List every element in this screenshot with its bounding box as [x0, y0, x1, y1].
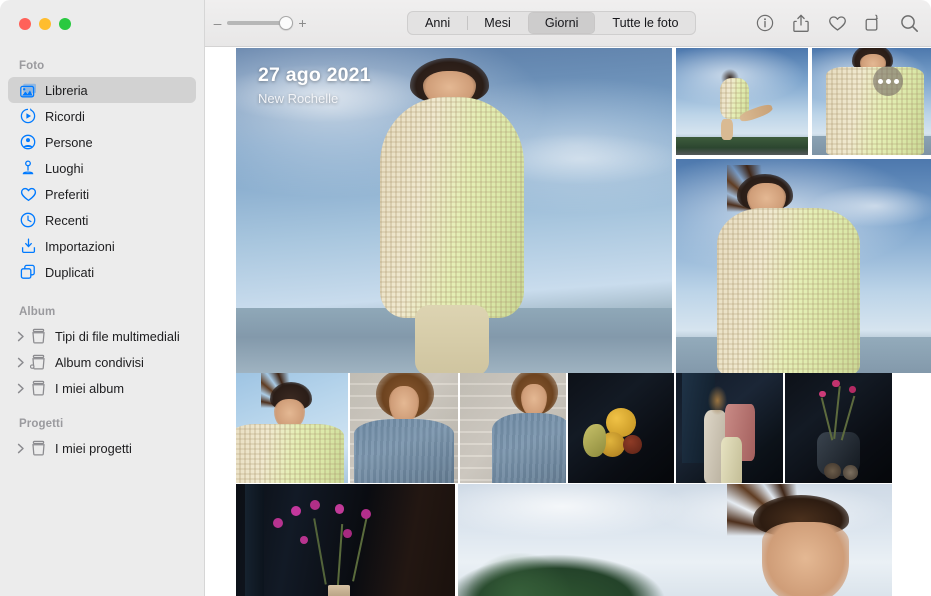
- album-icon: [29, 327, 47, 345]
- sidebar-item-luoghi[interactable]: Luoghi: [8, 155, 196, 181]
- album-icon: [29, 379, 47, 397]
- photo-grid-still-life-vases[interactable]: [676, 373, 783, 483]
- sidebar-item-label: Persone: [45, 135, 93, 150]
- places-pin-icon: [19, 159, 37, 177]
- photo-grid-curly-portrait-1[interactable]: [350, 373, 458, 483]
- sidebar-list-progetti: I miei progetti: [0, 435, 204, 461]
- sidebar-item-label: I miei album: [55, 381, 124, 396]
- tab-giorni[interactable]: Giorni: [528, 12, 596, 34]
- sidebar-list-foto: Libreria Ricordi: [0, 77, 204, 285]
- people-icon: [19, 133, 37, 151]
- chevron-right-icon[interactable]: [14, 442, 27, 455]
- more-dot: [894, 79, 899, 84]
- tab-label: Giorni: [545, 16, 579, 30]
- sidebar: Foto Libreria: [0, 0, 205, 596]
- more-options-button[interactable]: [873, 66, 903, 96]
- album-icon: [29, 439, 47, 457]
- close-button[interactable]: [19, 18, 31, 30]
- sidebar-item-album-condivisi[interactable]: Album condivisi: [8, 349, 196, 375]
- sidebar-item-duplicati[interactable]: Duplicati: [8, 259, 196, 285]
- sidebar-item-persone[interactable]: Persone: [8, 129, 196, 155]
- minimize-button[interactable]: [39, 18, 51, 30]
- zoom-slider[interactable]: – +: [211, 13, 309, 33]
- clock-icon: [19, 211, 37, 229]
- sidebar-item-label: Libreria: [45, 83, 88, 98]
- sidebar-section-header-album: Album: [0, 306, 204, 318]
- tab-tutte-le-foto[interactable]: Tutte le foto: [595, 12, 695, 34]
- sidebar-list-album: Tipi di file multimediali: [0, 323, 204, 401]
- photo-grid-still-life-flowers[interactable]: [785, 373, 892, 483]
- info-icon[interactable]: [754, 12, 776, 34]
- zoom-slider-thumb[interactable]: [279, 16, 293, 30]
- photo-thumb-portrait-smiling[interactable]: [676, 159, 931, 373]
- photo-grid-spiky-hair-blue[interactable]: [236, 373, 348, 483]
- sidebar-section-header-foto: Foto: [0, 60, 204, 72]
- search-icon[interactable]: [898, 12, 920, 34]
- duplicates-icon: [19, 263, 37, 281]
- more-dot: [878, 79, 883, 84]
- sidebar-item-label: Recenti: [45, 213, 88, 228]
- toolbar-actions: [754, 11, 920, 35]
- sidebar-item-recenti[interactable]: Recenti: [8, 207, 196, 233]
- sidebar-item-label: Duplicati: [45, 265, 94, 280]
- photos-library-icon: [19, 81, 37, 99]
- sidebar-item-i-miei-album[interactable]: I miei album: [8, 375, 196, 401]
- view-mode-segmented-control[interactable]: Anni Mesi Giorni Tutte le foto: [407, 11, 696, 35]
- sidebar-item-label: Luoghi: [45, 161, 83, 176]
- sidebar-item-label: Preferiti: [45, 187, 89, 202]
- import-icon: [19, 237, 37, 255]
- sidebar-section-header-progetti: Progetti: [0, 418, 204, 430]
- memories-icon: [19, 107, 37, 125]
- tab-mesi[interactable]: Mesi: [467, 12, 528, 34]
- window-controls: [19, 18, 71, 30]
- zoom-out-button[interactable]: –: [211, 16, 224, 30]
- zoom-in-button[interactable]: +: [296, 16, 309, 30]
- sidebar-item-ricordi[interactable]: Ricordi: [8, 103, 196, 129]
- zoom-slider-track[interactable]: [227, 21, 293, 25]
- maximize-button[interactable]: [59, 18, 71, 30]
- toolbar: – + Anni Mesi Giorni Tutte le foto: [205, 0, 931, 47]
- photos-app-window: Foto Libreria: [0, 0, 931, 596]
- share-icon[interactable]: [790, 12, 812, 34]
- more-dot: [886, 79, 891, 84]
- sidebar-item-label: Ricordi: [45, 109, 85, 124]
- sidebar-item-label: Importazioni: [45, 239, 115, 254]
- photo-grid-pink-flowers-dark[interactable]: [236, 484, 455, 596]
- sidebar-item-i-miei-progetti[interactable]: I miei progetti: [8, 435, 196, 461]
- photo-grid: 27 ago 2021New Rochelle: [206, 47, 931, 596]
- sidebar-item-tipi-di-file-multimediali[interactable]: Tipi di file multimediali: [8, 323, 196, 349]
- sidebar-item-preferiti[interactable]: Preferiti: [8, 181, 196, 207]
- chevron-right-icon[interactable]: [14, 356, 27, 369]
- tab-anni[interactable]: Anni: [408, 12, 467, 34]
- tab-label: Tutte le foto: [612, 16, 678, 30]
- tab-label: Mesi: [484, 16, 511, 30]
- photo-grid-curly-portrait-2[interactable]: [460, 373, 566, 483]
- sidebar-item-label: I miei progetti: [55, 441, 132, 456]
- photo-grid-still-life-fruit[interactable]: [568, 373, 674, 483]
- sidebar-item-label: Album condivisi: [55, 355, 144, 370]
- heart-icon: [19, 185, 37, 203]
- sidebar-item-label: Tipi di file multimediali: [55, 329, 180, 344]
- rotate-icon[interactable]: [862, 12, 884, 34]
- chevron-right-icon[interactable]: [14, 330, 27, 343]
- shared-album-icon: [29, 353, 47, 371]
- favorite-heart-icon[interactable]: [826, 12, 848, 34]
- photo-hero-portrait-sky[interactable]: 27 ago 2021New Rochelle: [236, 48, 672, 373]
- photo-thumb-jumping-figure[interactable]: [676, 48, 808, 155]
- sidebar-item-importazioni[interactable]: Importazioni: [8, 233, 196, 259]
- photo-grid-looking-up-sky[interactable]: [458, 484, 892, 596]
- sidebar-item-libreria[interactable]: Libreria: [8, 77, 196, 103]
- chevron-right-icon[interactable]: [14, 382, 27, 395]
- tab-label: Anni: [425, 16, 450, 30]
- photo-thumb-arms-out-selfie[interactable]: [812, 48, 931, 155]
